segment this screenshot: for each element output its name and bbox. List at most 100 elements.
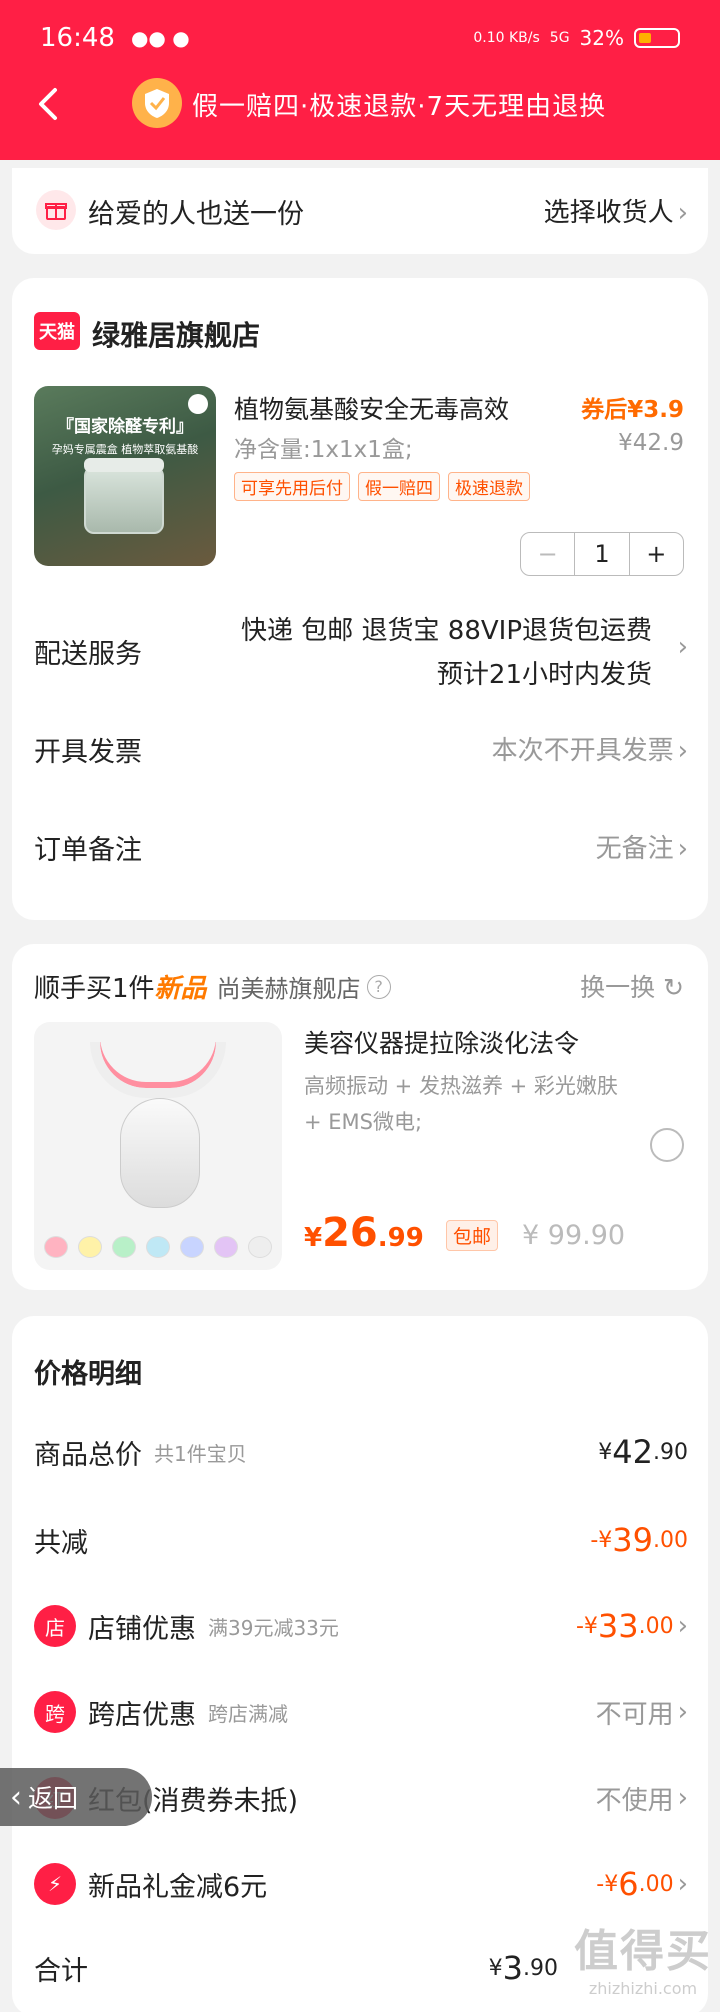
row-label: 店铺优惠: [88, 1613, 196, 1645]
back-button[interactable]: [28, 80, 68, 128]
value-int: 3: [502, 1949, 523, 1987]
gift-card[interactable]: 给爱的人也送一份 选择收货人 ›: [12, 168, 708, 254]
tag-fake-compensation: 假一赔四: [358, 472, 440, 501]
tmall-logo: 天猫: [34, 312, 80, 350]
brand-logo-icon: [188, 394, 208, 414]
swap-label: 换一换: [580, 973, 656, 1002]
watermark-main: 值得买: [574, 1926, 712, 1977]
row-value: ¥3.90: [489, 1949, 558, 1987]
value-dec: .00: [638, 1871, 674, 1897]
tag-pay-later: 可享先用后付: [234, 472, 350, 501]
nav-bar: 假一赔四·极速退款·7天无理由退换: [0, 76, 720, 132]
free-shipping-badge: 包邮: [446, 1220, 499, 1251]
recommend-prefix: 顺手买1件: [34, 974, 155, 1004]
chevron-left-icon: ‹: [10, 1779, 22, 1815]
swap-button[interactable]: 换一换 ↻: [580, 968, 684, 1004]
row-value: -¥ 33.00 ›: [576, 1607, 688, 1645]
value-dec: .90: [523, 1955, 558, 1981]
status-right: 0.10 KB/s 5G 32%: [473, 26, 680, 50]
lightning-icon: ⚡: [34, 1863, 76, 1905]
store-name[interactable]: 绿雅居旗舰店: [92, 314, 260, 354]
quantity-value[interactable]: 1: [575, 533, 628, 575]
row-sub: 共1件宝贝: [154, 1441, 247, 1466]
cross-store-icon: 跨: [34, 1691, 76, 1733]
device-body-icon: [120, 1098, 200, 1208]
product-image-banner: 『国家除醛专利』 孕妈专属震盒 植物萃取氨基酸: [48, 412, 202, 457]
price-row-cross-store[interactable]: 跨 跨店优惠 跨店满减 不可用 ›: [34, 1688, 688, 1736]
watermark: 值得买 zhizhizhi.com: [574, 1915, 712, 1998]
invoice-selector[interactable]: 本次不开具发票 ›: [492, 730, 688, 767]
refresh-icon: ↻: [663, 973, 684, 1002]
row-sub: 满39元减33元: [208, 1615, 339, 1640]
row-label: 新品礼金减6元: [88, 1871, 268, 1903]
status-bar: 16:48 ●● ● 0.10 KB/s 5G 32%: [40, 20, 680, 56]
tag-fast-refund: 极速退款: [448, 472, 530, 501]
row-value: 不可用 ›: [596, 1694, 688, 1731]
invoice-value: 本次不开具发票: [491, 736, 674, 766]
value-text: 不可用: [595, 1699, 674, 1730]
price-int: 26: [322, 1210, 378, 1256]
value-int: 42: [612, 1433, 653, 1471]
device-head-icon: [90, 1042, 226, 1098]
floating-back-button[interactable]: ‹ 返回: [0, 1768, 152, 1826]
price-detail-card: 价格明细 商品总价 共1件宝贝 ¥42.90 共减 -¥ 39.00 店 店铺优惠…: [12, 1316, 708, 2012]
chevron-right-icon: ›: [677, 736, 688, 766]
note-selector[interactable]: 无备注 ›: [596, 828, 688, 865]
price-row-discount: 共减 -¥ 39.00: [34, 1516, 688, 1564]
battery-percent: 32%: [579, 26, 624, 50]
value-prefix: -¥: [575, 1613, 598, 1639]
recommend-store-name[interactable]: 尚美赫旗舰店: [217, 969, 361, 1004]
recommend-image[interactable]: [34, 1022, 282, 1270]
chevron-right-icon: ›: [677, 1611, 688, 1641]
new-label: 新品: [154, 974, 207, 1004]
device-heads-row: [44, 1236, 272, 1258]
select-radio[interactable]: [650, 1128, 684, 1162]
value-prefix: -¥: [596, 1871, 619, 1897]
chevron-right-icon[interactable]: ›: [678, 632, 688, 662]
watermark-sub: zhizhizhi.com: [588, 1979, 698, 1998]
chevron-right-icon: ›: [677, 834, 688, 864]
header-bar: 16:48 ●● ● 0.10 KB/s 5G 32% 假一赔四·极速退款·7天…: [0, 0, 720, 160]
price-dec: .99: [377, 1223, 424, 1253]
chevron-right-icon: ›: [677, 198, 688, 228]
value-dec: .90: [653, 1439, 688, 1465]
guarantee-text: 假一赔四·极速退款·7天无理由退换: [192, 92, 607, 122]
recommend-desc: 高频振动 + 发热滋养 + 彩光嫩肤 + EMS微电;: [304, 1074, 618, 1134]
shipping-options[interactable]: 快递 包邮 退货宝 88VIP退货包运费: [241, 610, 652, 647]
recommend-title[interactable]: 美容仪器提拉除淡化法令: [304, 1024, 579, 1060]
gift-label: 给爱的人也送一份: [88, 199, 304, 230]
select-recipient-label: 选择收货人: [543, 198, 674, 228]
value-int: 39: [612, 1521, 653, 1559]
store-icon: 店: [34, 1605, 76, 1647]
note-label: 订单备注: [34, 835, 142, 866]
decrease-button[interactable]: −: [521, 533, 576, 575]
wechat-icon: ●● ●: [130, 26, 190, 50]
product-title[interactable]: 植物氨基酸安全无毒高效: [234, 390, 509, 426]
price-row-store-coupon[interactable]: 店 店铺优惠 满39元减33元 -¥ 33.00 ›: [34, 1602, 688, 1650]
product-spec[interactable]: 净含量:1x1x1盒;: [234, 430, 413, 464]
row-value: -¥ 6.00 ›: [596, 1865, 688, 1903]
info-icon[interactable]: ?: [366, 974, 391, 999]
row-label: 商品总价: [34, 1439, 142, 1471]
product-jar-icon: [84, 458, 164, 534]
recommend-original-price: ¥ 99.90: [522, 1220, 626, 1251]
price-row-total: 商品总价 共1件宝贝 ¥42.90: [34, 1428, 688, 1476]
row-value: 不使用 ›: [596, 1780, 688, 1817]
product-image[interactable]: 『国家除醛专利』 孕妈专属震盒 植物萃取氨基酸: [34, 386, 216, 566]
value-prefix: ¥: [598, 1439, 613, 1465]
row-sub: 跨店满减: [208, 1701, 288, 1726]
increase-button[interactable]: +: [628, 533, 683, 575]
price-row-new-gift[interactable]: ⚡ 新品礼金减6元 -¥ 6.00 ›: [34, 1860, 688, 1908]
invoice-label: 开具发票: [34, 737, 142, 768]
value-text: 不使用: [595, 1785, 674, 1816]
chevron-left-icon: [39, 88, 57, 120]
product-coupon-price: 券后¥3.9: [581, 397, 684, 423]
value-dec: .00: [653, 1527, 688, 1553]
row-label: 合计: [34, 1955, 88, 1987]
quantity-stepper: − 1 +: [520, 532, 684, 576]
product-original-price: ¥42.9: [618, 430, 684, 456]
select-recipient-link[interactable]: 选择收货人 ›: [544, 192, 688, 229]
value-int: 33: [597, 1607, 639, 1645]
chevron-right-icon: ›: [677, 1869, 688, 1899]
gift-icon: [36, 190, 76, 230]
